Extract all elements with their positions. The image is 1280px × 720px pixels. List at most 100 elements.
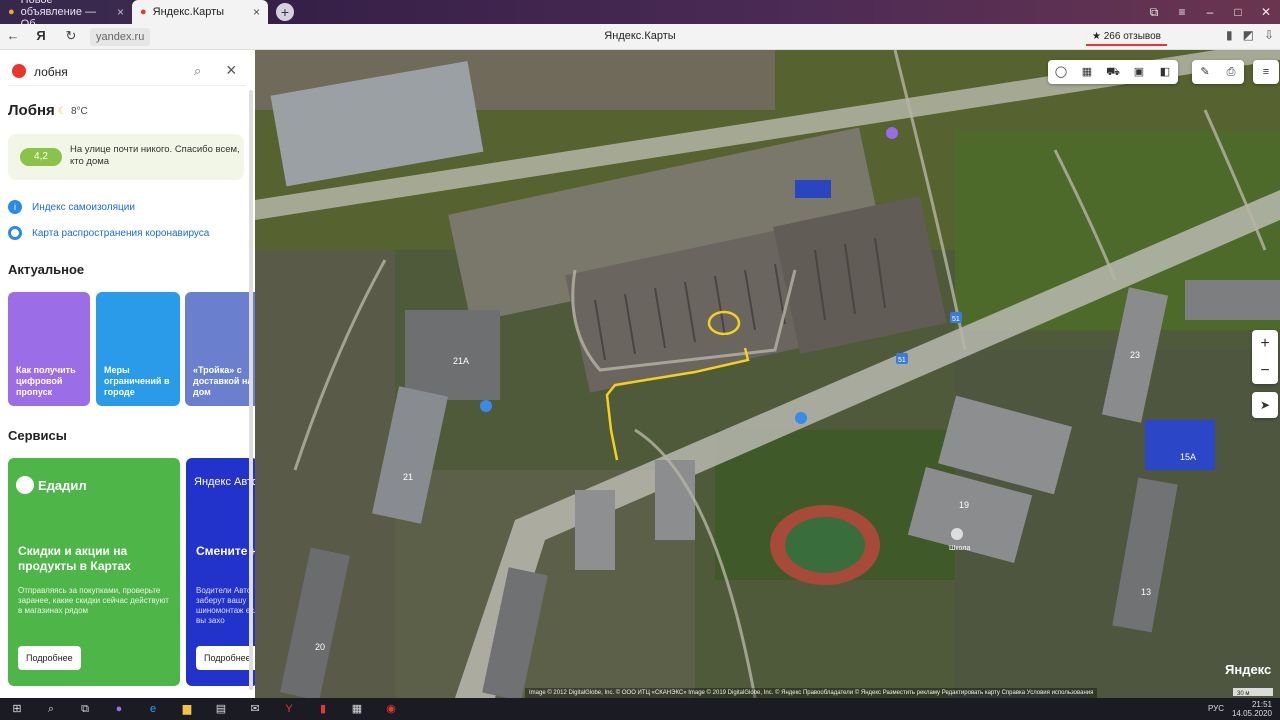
- search-bar[interactable]: лобня ⌕ ×: [8, 58, 246, 86]
- tab-yandex-maps[interactable]: ● Яндекс.Карты ×: [132, 0, 268, 24]
- tab-new-listing[interactable]: ● Новое объявление — Об ×: [0, 0, 132, 30]
- service-card-yandex-auto[interactable]: Яндекс Авто Смените не выход Водители Ав…: [186, 458, 255, 686]
- card-digital-pass[interactable]: Как получить цифровой пропуск: [8, 292, 90, 406]
- card-restrictions[interactable]: Меры ограничений в городе: [96, 292, 180, 406]
- windows-taskbar: ⊞ ⌕ ⧉ ● e ▆ ▤ ✉ Y ▮ ▦ ◉ РУС 21:51 14.05.…: [0, 698, 1280, 720]
- browser-tab-bar: ● Новое объявление — Об × ● Яндекс.Карты…: [0, 0, 1280, 30]
- map-actions: ✎ ⎙: [1192, 60, 1244, 84]
- yandex-auto-logo: Яндекс Авто: [194, 476, 255, 488]
- link-coronavirus-map[interactable]: Карта распространения коронавируса: [8, 226, 209, 240]
- panorama-icon[interactable]: ▦: [1074, 60, 1100, 84]
- edge-icon[interactable]: e: [136, 698, 170, 720]
- page-title: Яндекс.Карты: [604, 30, 676, 42]
- layers-icon[interactable]: ⛟: [1100, 60, 1126, 84]
- ruler-icon[interactable]: ✎: [1192, 60, 1218, 84]
- self-isolation-notice[interactable]: 4,2 На улице почти никого. Спасибо всем,…: [8, 134, 244, 180]
- card-label: Как получить цифровой пропуск: [16, 365, 76, 397]
- alice-icon[interactable]: ●: [102, 698, 136, 720]
- service-description: Водители Авто заберут вашу шиномонтаж ес…: [196, 586, 255, 625]
- more-button[interactable]: Подробнее: [18, 646, 81, 670]
- extension-icon[interactable]: ◩: [1243, 28, 1254, 42]
- map-pin-icon: ●: [140, 6, 147, 18]
- collections-icon[interactable]: ⧉: [1140, 0, 1168, 24]
- geolocation-icon[interactable]: ➤: [1252, 392, 1278, 418]
- search-icon[interactable]: ⌕: [34, 698, 68, 720]
- bus-stop-label: 51: [898, 357, 906, 364]
- edadil-logo: Едадил: [16, 476, 87, 494]
- yandex-maps-logo-icon: [12, 64, 26, 78]
- app-icon[interactable]: ▮: [306, 698, 340, 720]
- record-icon[interactable]: ◉: [374, 698, 408, 720]
- tab-label: Яндекс.Карты: [152, 6, 225, 18]
- link-label: Индекс самоизоляции: [32, 201, 135, 213]
- moon-icon: ☾: [58, 106, 67, 117]
- tab-favicon-icon: ●: [8, 6, 15, 18]
- weather: ☾ 8°C: [58, 106, 88, 117]
- service-title: Смените не выход: [196, 544, 255, 558]
- menu-icon[interactable]: ≡: [1168, 0, 1196, 24]
- card-label: Меры ограничений в городе: [104, 365, 170, 397]
- print-icon[interactable]: ⎙: [1218, 60, 1244, 84]
- card-troika[interactable]: «Тройка» с доставкой на дом: [185, 292, 255, 406]
- traffic-icon[interactable]: ◯: [1048, 60, 1074, 84]
- hamburger-menu-icon[interactable]: ≡: [1253, 60, 1279, 84]
- reviews-badge[interactable]: ★ 266 отзывов: [1086, 28, 1167, 46]
- yandex-logo-icon[interactable]: Я: [32, 28, 50, 43]
- map-copyright[interactable]: Image © 2012 DigitalGlobe, Inc. © ООО ИТ…: [525, 688, 1098, 698]
- keyboard-language[interactable]: РУС: [1208, 704, 1224, 713]
- store-icon[interactable]: ▤: [204, 698, 238, 720]
- satellite-map[interactable]: 21А 19 23 15А 13 21 20 Школа 51 51 30 м …: [255, 50, 1280, 698]
- maximize-icon[interactable]: □: [1224, 0, 1252, 24]
- service-card-edadil[interactable]: Едадил Скидки и акции на продукты в Карт…: [8, 458, 180, 686]
- search-input[interactable]: лобня: [34, 65, 68, 79]
- yandex-brand: Яндекс: [1225, 662, 1272, 677]
- more-button[interactable]: Подробнее: [196, 646, 255, 670]
- search-icon[interactable]: ⌕: [194, 63, 201, 79]
- building-label-13: 13: [1141, 587, 1151, 597]
- clear-search-icon[interactable]: ×: [226, 60, 237, 81]
- city-name: Лобня: [8, 102, 55, 119]
- card-label: «Тройка» с доставкой на дом: [193, 365, 253, 397]
- clock-date: 14.05.2020: [1231, 709, 1272, 718]
- address-bar: ← Я ↻ yandex.ru Яндекс.Карты ★ 266 отзыв…: [0, 24, 1280, 50]
- map-layer-tools: ◯ ▦ ⛟ ▣ ◧: [1048, 60, 1178, 84]
- clock-time: 21:51: [1251, 700, 1272, 709]
- zoom-out-icon[interactable]: −: [1252, 357, 1278, 384]
- url-field[interactable]: yandex.ru: [90, 28, 151, 46]
- minimize-icon[interactable]: –: [1196, 0, 1224, 24]
- close-window-icon[interactable]: ✕: [1252, 0, 1280, 24]
- folder-icon[interactable]: ▆: [170, 698, 204, 720]
- school-label: Школа: [949, 545, 970, 552]
- service-title: Скидки и акции на продукты в Картах: [18, 544, 131, 573]
- download-icon[interactable]: ⇩: [1264, 28, 1274, 42]
- zoom-control[interactable]: + −: [1252, 330, 1278, 384]
- poi-marker-icon[interactable]: [886, 127, 898, 139]
- building-label-20: 20: [315, 642, 325, 652]
- system-clock[interactable]: 21:51 14.05.2020: [1232, 700, 1272, 718]
- link-isolation-index[interactable]: i Индекс самоизоляции: [8, 200, 135, 214]
- task-view-icon[interactable]: ⧉: [68, 698, 102, 720]
- mail-icon[interactable]: ✉: [238, 698, 272, 720]
- close-icon[interactable]: ×: [253, 5, 260, 19]
- windows-start-icon[interactable]: ⊞: [0, 698, 34, 720]
- calculator-icon[interactable]: ▦: [340, 698, 374, 720]
- section-actual-heading: Актуальное: [8, 262, 85, 277]
- bookmark-icon[interactable]: ▮: [1226, 28, 1233, 42]
- notice-text: На улице почти никого. Спасибо всем, кто…: [70, 144, 240, 167]
- building-label-21a: 21А: [453, 356, 469, 366]
- poi-marker-icon[interactable]: [480, 400, 492, 412]
- map-scale: 30 м: [1237, 691, 1249, 697]
- transit-icon[interactable]: ▣: [1126, 60, 1152, 84]
- reload-icon[interactable]: ↻: [62, 28, 80, 44]
- yandex-browser-icon[interactable]: Y: [272, 698, 306, 720]
- poi-marker-icon[interactable]: [795, 412, 807, 424]
- close-icon[interactable]: ×: [117, 5, 124, 19]
- maps-sidebar: лобня ⌕ × Лобня ☾ 8°C 4,2 На улице почти …: [0, 50, 255, 698]
- school-marker-icon[interactable]: [951, 528, 963, 540]
- new-tab-button[interactable]: +: [276, 3, 294, 21]
- back-icon[interactable]: ←: [4, 28, 22, 43]
- address-bar-actions: ▮ ◩ ⇩: [1226, 28, 1274, 42]
- map-type-icon[interactable]: ◧: [1152, 60, 1178, 84]
- sidebar-scrollbar[interactable]: [249, 90, 253, 690]
- zoom-in-icon[interactable]: +: [1252, 330, 1278, 357]
